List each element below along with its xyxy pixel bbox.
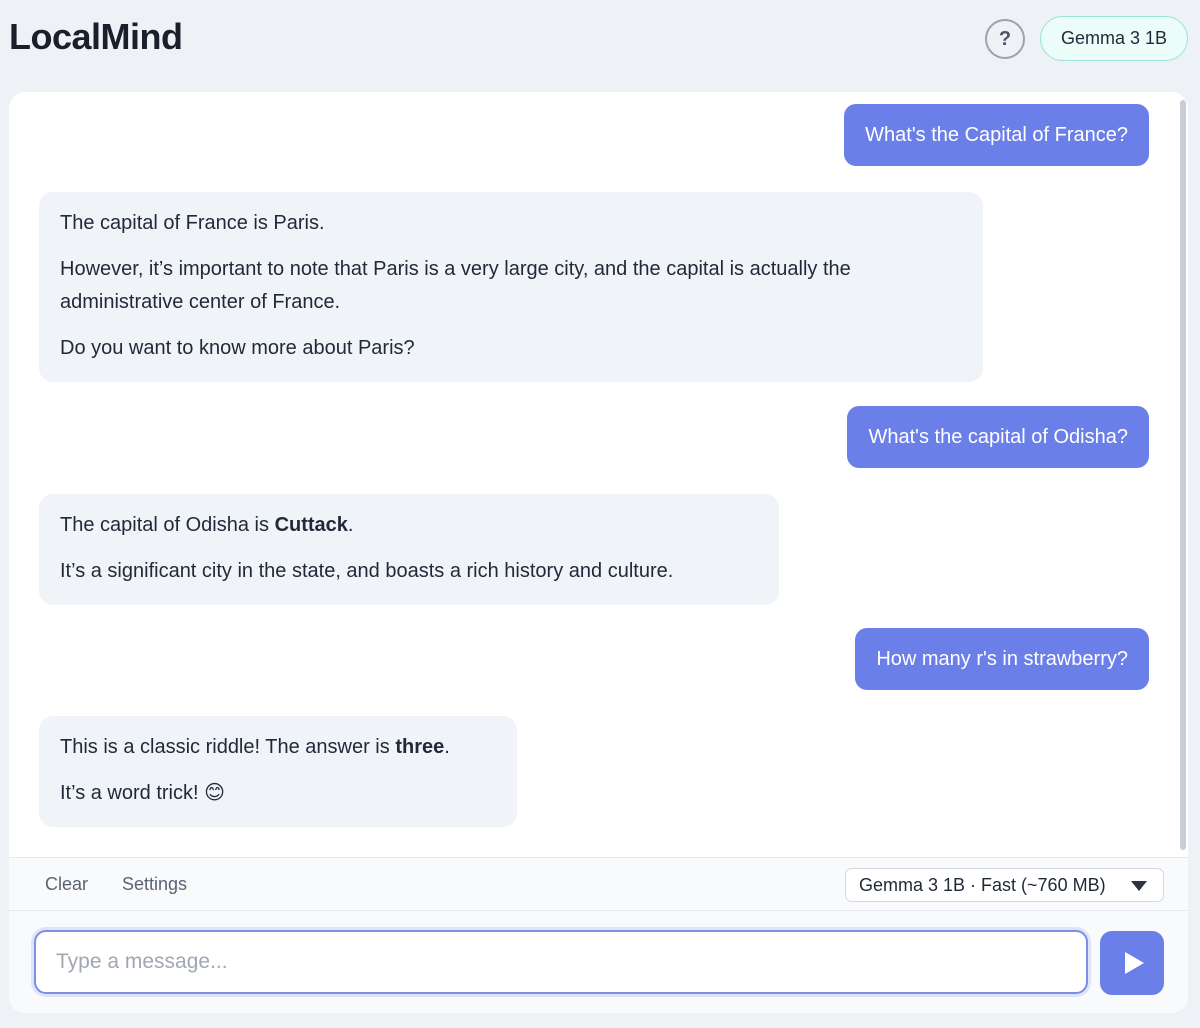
chat-toolbar: Clear Settings Gemma 3 1B · Fast (~760 M… [9,857,1188,911]
message-paragraph: It’s a significant city in the state, an… [60,560,674,582]
send-icon [1124,952,1144,974]
app-header: LocalMind ? Gemma 3 1B [0,0,1200,80]
message-paragraph: However, it’s important to note that Par… [60,258,851,313]
bold-answer: Cuttack [274,514,348,536]
user-message: How many r's in strawberry? [855,628,1149,690]
chevron-down-icon [1131,881,1147,891]
bold-answer: three [395,736,445,758]
message-paragraph: It’s a word trick! 😊 [60,782,225,804]
settings-button[interactable]: Settings [122,874,187,895]
assistant-message: The capital of Odisha is Cuttack. It’s a… [39,494,779,605]
message-input[interactable] [34,930,1088,994]
composer [9,911,1188,1013]
message-list[interactable]: What's the Capital of France? The capita… [9,92,1188,857]
chat-panel: What's the Capital of France? The capita… [9,92,1188,1013]
send-button[interactable] [1100,931,1164,995]
model-select[interactable]: Gemma 3 1B · Fast (~760 MB) [845,868,1164,902]
user-message: What's the capital of Odisha? [847,406,1149,468]
chat-scrollbar[interactable] [1180,100,1186,850]
assistant-message: This is a classic riddle! The answer is … [39,716,517,827]
assistant-message: The capital of France is Paris. However,… [39,192,983,382]
message-paragraph: The capital of Odisha is Cuttack. [60,514,354,536]
message-paragraph: This is a classic riddle! The answer is … [60,736,450,758]
clear-button[interactable]: Clear [45,874,88,895]
model-badge[interactable]: Gemma 3 1B [1040,16,1188,61]
message-paragraph: Do you want to know more about Paris? [60,337,415,359]
message-paragraph: The capital of France is Paris. [60,212,325,234]
app-title: LocalMind [9,16,183,57]
model-select-value: Gemma 3 1B · Fast (~760 MB) [859,875,1106,895]
user-message: What's the Capital of France? [844,104,1149,166]
help-button[interactable]: ? [985,19,1025,59]
